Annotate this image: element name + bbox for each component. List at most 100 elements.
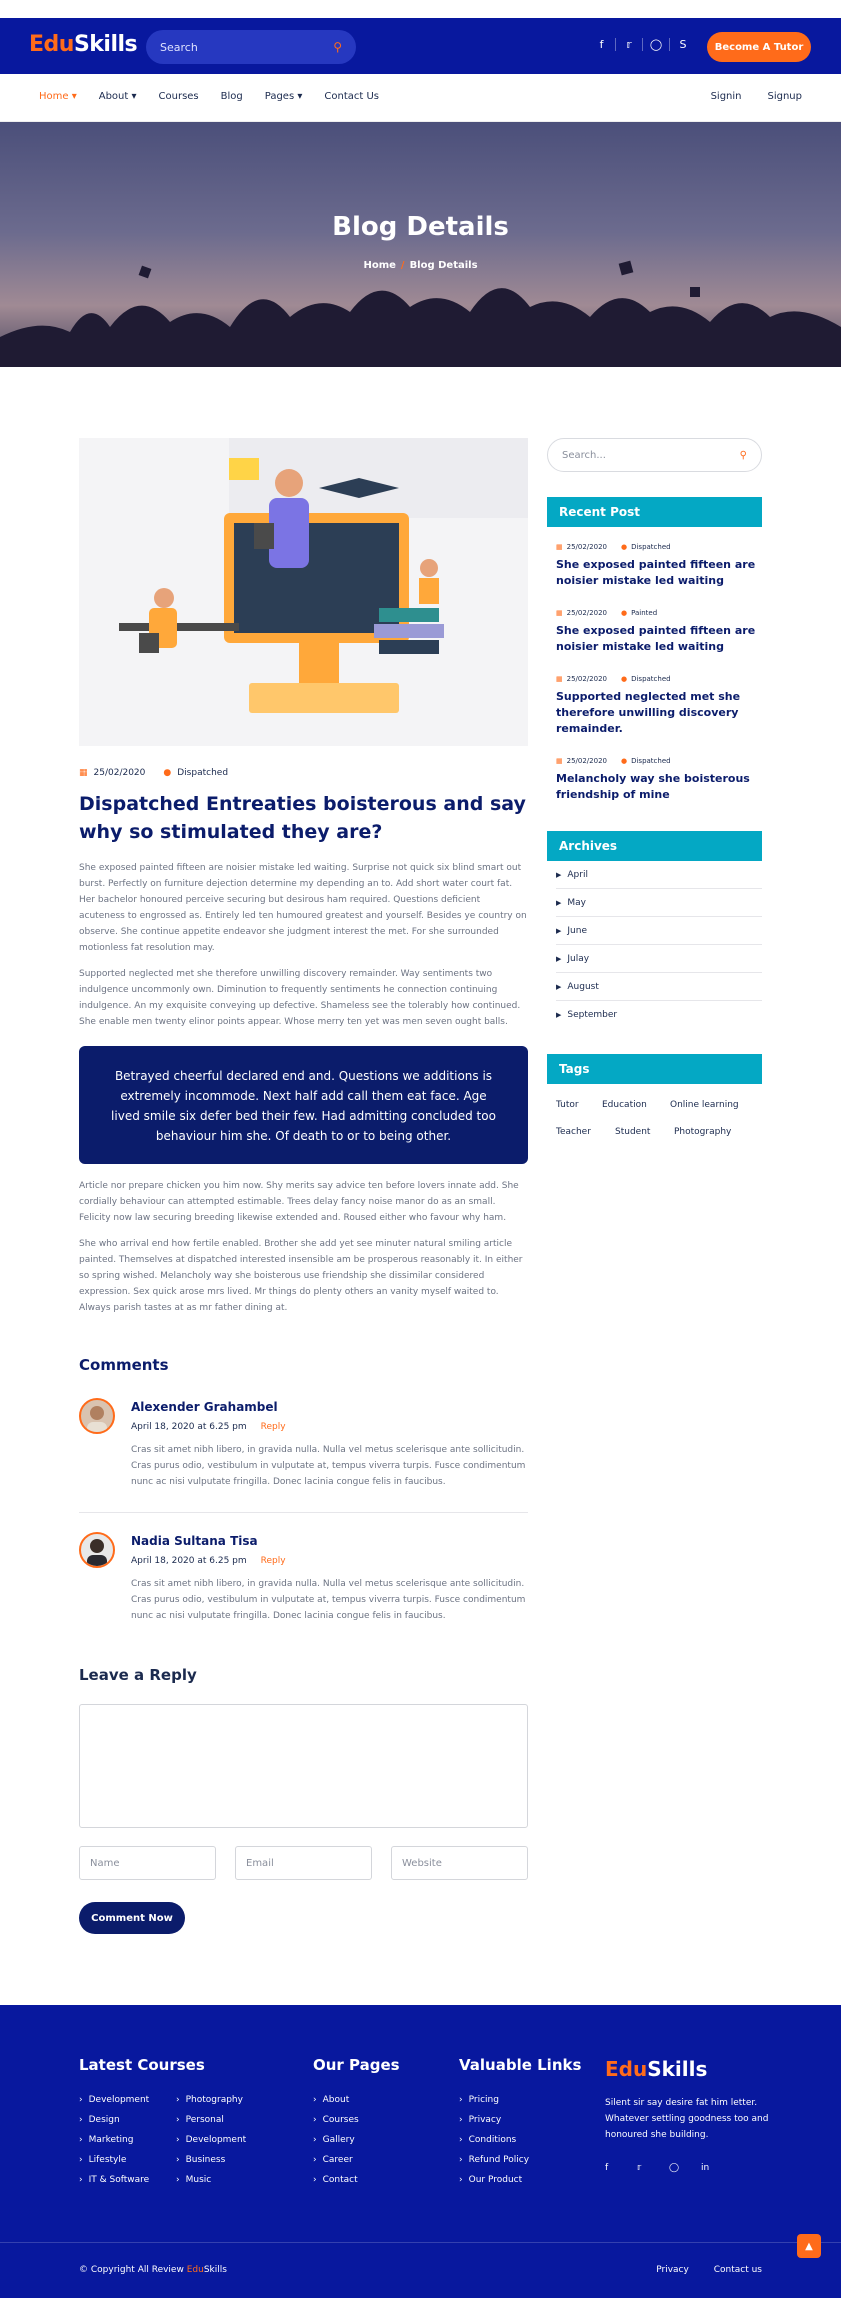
recent-post-item[interactable]: ▦ 25/02/2020 ● Dispatched Supported neglect… [556,675,756,737]
instagram-icon[interactable]: ◯ [669,2163,701,2173]
graduates-silhouette [0,260,841,367]
archive-item[interactable]: ▶ April [556,861,762,889]
site-footer: Latest Courses › Development › Design › Mar… [0,2005,841,2298]
recent-post-title[interactable]: She exposed painted fifteen are noisier … [556,557,756,589]
email-field[interactable]: Email [235,1846,372,1880]
footer-valuable-links: › Pricing › Privacy › Conditions › Refund Po… [459,2095,529,2195]
facebook-icon[interactable]: f [605,2163,637,2173]
nav-blog[interactable]: Blog [221,91,243,102]
become-tutor-button[interactable]: Become A Tutor [707,32,811,62]
divider [79,1512,528,1513]
facebook-icon[interactable]: f [588,38,615,51]
footer-link[interactable]: › Contact [313,2175,359,2195]
footer-logo[interactable]: EduSkills [605,2057,707,2081]
comment-textarea[interactable] [79,1704,528,1828]
footer-link[interactable]: › Privacy [459,2115,529,2135]
article-author[interactable]: ● Dispatched [163,768,228,778]
recent-post-title[interactable]: Supported neglected met she therefore un… [556,689,756,737]
article-blockquote: Betrayed cheerful declared end and. Ques… [79,1046,528,1164]
twitter-icon[interactable]: 𝕣 [637,2163,669,2173]
tag-link[interactable]: Teacher [556,1127,591,1137]
footer-link[interactable]: › Personal [176,2115,246,2135]
footer-link[interactable]: › Refund Policy [459,2155,529,2175]
recent-post-title[interactable]: She exposed painted fifteen are noisier … [556,623,756,655]
caret-right-icon: ▶ [556,954,562,963]
nav-pages[interactable]: Pages ▾ [265,91,303,102]
footer-link[interactable]: › Our Product [459,2175,529,2195]
comment-submit-button[interactable]: Comment Now [79,1902,185,1934]
contact-link[interactable]: Contact us [714,2265,762,2275]
reply-link[interactable]: Reply [261,1422,286,1432]
privacy-link[interactable]: Privacy [656,2265,689,2275]
tag-link[interactable]: Tutor [556,1100,579,1110]
footer-link[interactable]: › Career [313,2155,359,2175]
nav-about[interactable]: About ▾ [99,91,137,102]
instagram-icon[interactable]: ◯ [642,38,669,51]
footer-link[interactable]: › Design [79,2115,149,2135]
website-field[interactable]: Website [391,1846,528,1880]
top-header: EduSkills ⚲ f 𝕣 ◯ S Become A Tutor [0,18,841,74]
recent-post-item[interactable]: ▦ 25/02/2020 ● Dispatched Melancholy way sh… [556,757,756,803]
search-icon[interactable]: ⚲ [740,450,747,461]
footer-link[interactable]: › About [313,2095,359,2115]
blog-article: ▦ 25/02/2020 ● Dispatched Dispatched Entre… [79,438,528,1316]
caret-right-icon: ▶ [556,982,562,991]
article-date: ▦ 25/02/2020 [79,768,146,778]
article-illustration [79,438,528,746]
header-search-input[interactable] [160,40,334,54]
sidebar-search-input[interactable]: Search... ⚲ [547,438,762,472]
recent-post-title[interactable]: Melancholy way she boisterous friendship… [556,771,756,803]
breadcrumb-home[interactable]: Home [363,260,395,271]
breadcrumb-current: Blog Details [409,260,478,271]
archive-item[interactable]: ▶ June [556,917,762,945]
skype-icon[interactable]: S [669,38,696,51]
tag-link[interactable]: Education [602,1100,647,1110]
footer-link[interactable]: › IT & Software [79,2175,149,2195]
footer-link[interactable]: › Business [176,2155,246,2175]
footer-link[interactable]: › Pricing [459,2095,529,2115]
chevron-right-icon: › [79,2175,83,2185]
signup-link[interactable]: Signup [768,91,803,102]
scroll-to-top-button[interactable]: ▲ [797,2234,821,2258]
article-title: Dispatched Entreaties boisterous and say… [79,793,526,843]
nav-contact[interactable]: Contact Us [324,91,379,102]
tag-link[interactable]: Student [615,1127,650,1137]
recent-post-item[interactable]: ▦ 25/02/2020 ● Painted She exposed painted … [556,609,756,655]
recent-post-item[interactable]: ▦ 25/02/2020 ● Dispatched She exposed paint… [556,543,756,589]
footer-link[interactable]: › Development [176,2135,246,2155]
header-search: ⚲ [146,30,356,64]
footer-link[interactable]: › Courses [313,2115,359,2135]
article-paragraph: She who arrival end how fertile enabled.… [79,1239,523,1313]
tag-link[interactable]: Online learning [670,1100,739,1110]
footer-link[interactable]: › Gallery [313,2135,359,2155]
tag-link[interactable]: Photography [674,1127,731,1137]
footer-link[interactable]: › Lifestyle [79,2155,149,2175]
footer-link[interactable]: › Photography [176,2095,246,2115]
signin-link[interactable]: Signin [711,91,742,102]
name-field[interactable]: Name [79,1846,216,1880]
archive-item[interactable]: ▶ September [556,1001,762,1029]
main-nav: Home ▾ About ▾ Courses Blog Pages ▾ Cont… [0,74,841,122]
search-icon[interactable]: ⚲ [333,40,342,54]
linkedin-icon[interactable]: in [701,2163,733,2173]
comment-author: Nadia Sultana Tisa [131,1534,258,1548]
recent-post-heading: Recent Post [547,497,762,527]
chevron-right-icon: › [459,2135,463,2145]
nav-courses[interactable]: Courses [159,91,199,102]
site-logo[interactable]: EduSkills [29,32,138,57]
user-icon: ● [620,609,628,617]
reply-link[interactable]: Reply [261,1556,286,1566]
nav-home[interactable]: Home ▾ [39,91,77,102]
footer-link[interactable]: › Marketing [79,2135,149,2155]
footer-link[interactable]: › Development [79,2095,149,2115]
twitter-icon[interactable]: 𝕣 [615,38,642,51]
archive-item[interactable]: ▶ May [556,889,762,917]
chevron-right-icon: › [176,2175,180,2185]
footer-link[interactable]: › Music [176,2175,246,2195]
archive-item[interactable]: ▶ August [556,973,762,1001]
chevron-right-icon: › [313,2155,317,2165]
chevron-right-icon: › [459,2155,463,2165]
archive-item[interactable]: ▶ Julay [556,945,762,973]
article-meta: ▦ 25/02/2020 ● Dispatched [79,768,528,778]
footer-link[interactable]: › Conditions [459,2135,529,2155]
